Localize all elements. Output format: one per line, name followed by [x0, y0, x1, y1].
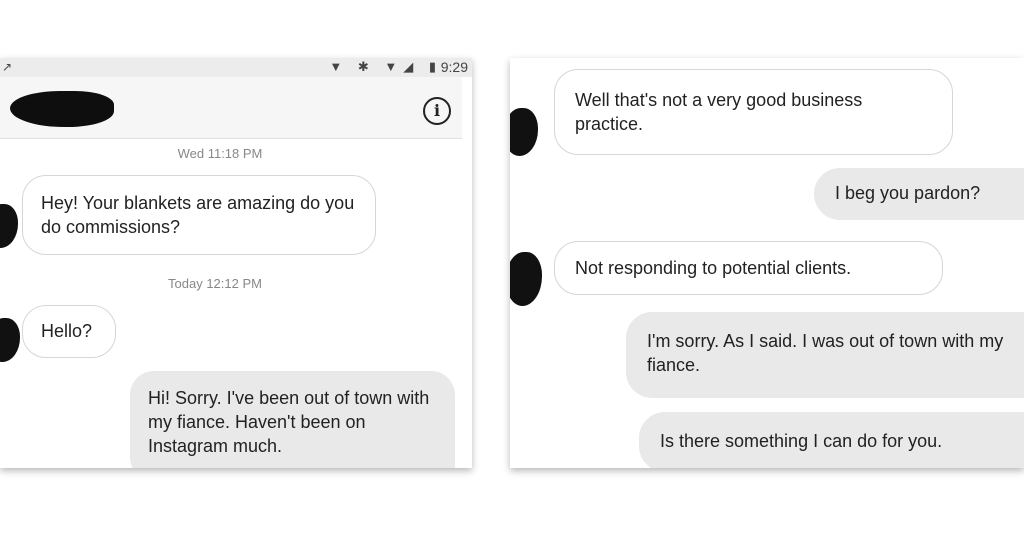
info-icon[interactable]: i [423, 97, 451, 125]
timestamp: Wed 11:18 PM [177, 146, 263, 161]
incoming-message-bubble: Hey! Your blankets are amazing do you do… [22, 175, 376, 255]
outgoing-message-bubble: I beg you pardon? [814, 168, 1024, 220]
redacted-avatar [510, 252, 542, 306]
redacted-avatar [510, 108, 538, 156]
redacted-avatar [0, 204, 18, 248]
status-bar: ↗ ▼ ✱ ▼◢ ▮ 9:29 [0, 58, 472, 77]
left-conversation-screenshot: ↗ ▼ ✱ ▼◢ ▮ 9:29 i Wed 11:18 PM Hey! Your… [0, 58, 472, 468]
incoming-message-bubble: Well that's not a very good business pra… [554, 69, 953, 155]
status-time: 9:29 [440, 59, 468, 75]
incoming-message-bubble: Hello? [22, 305, 116, 358]
timestamp: Today 12:12 PM [168, 276, 262, 291]
notification-icon: ↗ [2, 60, 13, 74]
signal-battery-icons: ▼ ✱ ▼◢ ▮ [329, 59, 442, 74]
incoming-message-bubble: Not responding to potential clients. [554, 241, 943, 295]
redacted-contact-name [10, 91, 114, 127]
outgoing-message-bubble: I'm sorry. As I said. I was out of town … [626, 312, 1024, 398]
outgoing-message-bubble: Hi! Sorry. I've been out of town with my… [130, 371, 455, 468]
redacted-avatar [0, 318, 20, 362]
right-conversation-screenshot: Well that's not a very good business pra… [510, 58, 1024, 468]
chat-header: i [0, 77, 462, 139]
outgoing-message-bubble: Is there something I can do for you. [639, 412, 1024, 468]
